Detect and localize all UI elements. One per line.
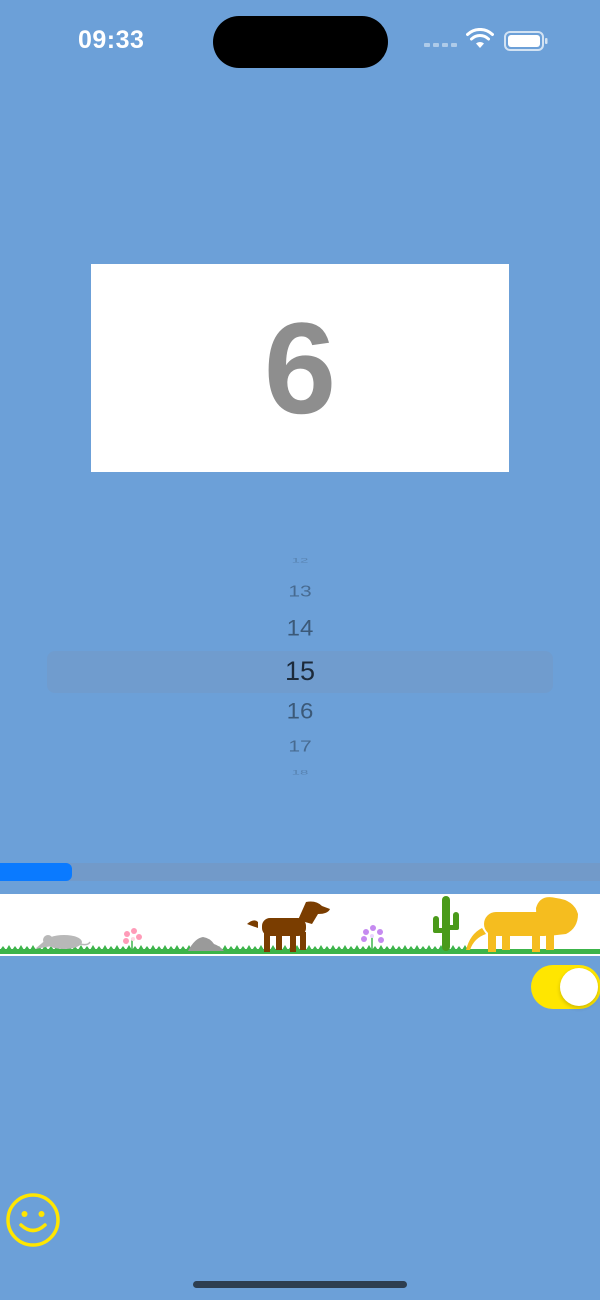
wifi-icon [466,28,494,48]
toggle-switch[interactable] [531,965,600,1009]
cactus-icon [433,896,459,951]
picker-row[interactable]: 14 [47,616,553,642]
dynamic-island [213,16,388,68]
dog-icon [247,901,330,952]
animal-scene [0,894,600,956]
progress-bar [0,863,600,881]
status-time: 09:33 [78,26,145,54]
number-picker[interactable]: 12 13 14 15 16 17 18 [47,540,553,794]
counter-card[interactable]: 6 [91,264,509,472]
toggle-knob [560,968,598,1006]
cellular-signal-icon [424,43,457,47]
picker-row-selected[interactable]: 15 [47,656,553,687]
battery-icon [504,31,548,51]
smiley-face-icon[interactable] [5,1192,61,1248]
progress-fill [0,863,72,881]
pink-flower-icon [123,928,142,950]
picker-row[interactable]: 18 [47,769,553,777]
picker-row[interactable]: 17 [47,738,553,756]
picker-row[interactable]: 13 [47,583,553,601]
rock-icon [188,937,224,951]
picker-row[interactable]: 12 [47,557,553,565]
status-bar: 09:33 [0,0,600,90]
counter-value: 6 [263,295,337,441]
home-indicator[interactable] [193,1281,407,1288]
picker-row[interactable]: 16 [47,699,553,725]
lion-icon [466,897,578,952]
